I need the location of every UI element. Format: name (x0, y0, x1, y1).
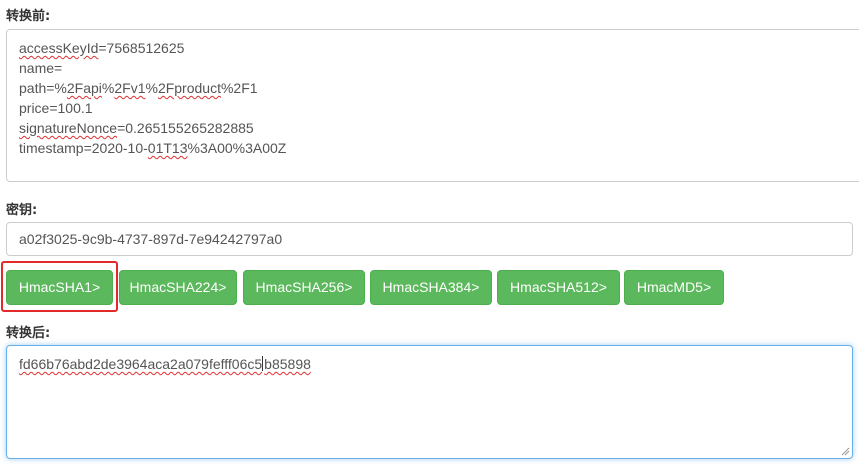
hmac-md5-button[interactable]: HmacMD5> (624, 270, 724, 305)
key-input[interactable]: a02f3025-9c9b-4737-897d-7e94242797a0 (6, 222, 853, 256)
hmac-sha1-button[interactable]: HmacSHA1> (6, 270, 113, 305)
input-line-path: path=%2Fapi%2Fv1%2Fproduct%2F1 (19, 80, 258, 96)
input-line-timestamp: timestamp=2020-10-01T13%3A00%3A00Z (19, 140, 287, 156)
output-textarea[interactable]: fd66b76abd2de3964aca2a079fefff06c5 b85898 (6, 345, 853, 459)
hmac-sha256-button[interactable]: HmacSHA256> (243, 270, 365, 305)
input-line-access-key: accessKeyId=7568512625 (19, 40, 185, 56)
key-label: 密钥: (6, 203, 38, 218)
input-textarea[interactable]: accessKeyId=7568512625 name= path=%2Fapi… (6, 29, 859, 182)
output-value: fd66b76abd2de3964aca2a079fefff06c5 b85898 (19, 356, 311, 372)
input-label: 转换前: (6, 9, 51, 24)
resize-handle-icon[interactable] (841, 447, 850, 456)
input-line-price: price=100.1 (19, 100, 93, 116)
input-line-signature-nonce: signatureNonce=0.265155265282885 (19, 120, 254, 136)
hmac-sha512-button[interactable]: HmacSHA512> (497, 270, 620, 305)
hmac-sha224-button[interactable]: HmacSHA224> (119, 270, 237, 305)
hmac-sha384-button[interactable]: HmacSHA384> (370, 270, 492, 305)
input-line-name: name= (19, 60, 63, 76)
output-label: 转换后: (6, 326, 51, 341)
